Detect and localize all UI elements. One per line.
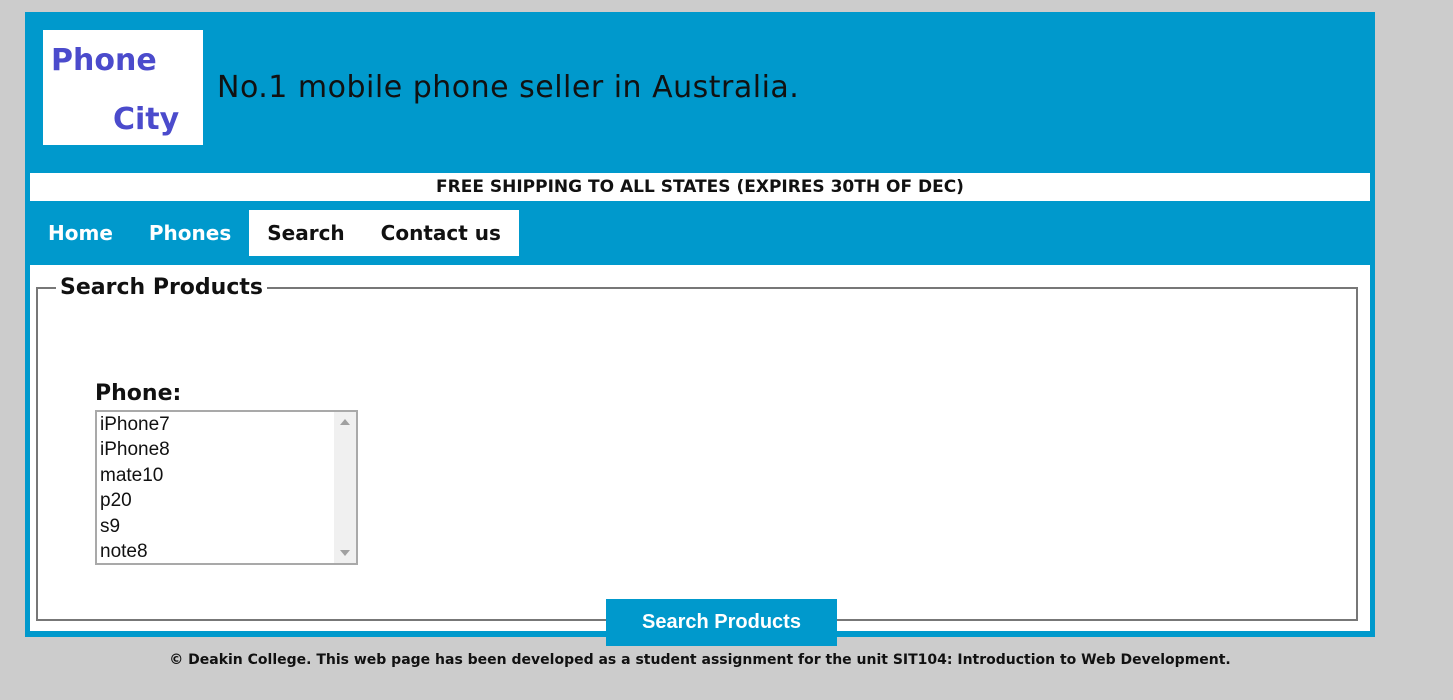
- search-form-legend: Search Products: [60, 275, 263, 300]
- list-scrollbar[interactable]: [334, 412, 356, 563]
- nav-item-home[interactable]: Home: [30, 210, 131, 256]
- logo-text-city: City: [113, 102, 180, 137]
- main-content: Search Products Phone: iPhone7 iPhone8 m…: [30, 265, 1370, 646]
- nav-item-phones[interactable]: Phones: [131, 210, 249, 256]
- header-tagline: No.1 mobile phone seller in Australia.: [217, 70, 800, 105]
- phone-option[interactable]: iPhone8: [97, 437, 356, 462]
- site-frame: Phone City No.1 mobile phone seller in A…: [25, 12, 1375, 646]
- triangle-down-icon[interactable]: [334, 543, 356, 563]
- phone-option[interactable]: note8: [97, 539, 356, 563]
- phone-option[interactable]: mate10: [97, 463, 356, 488]
- footer-text: © Deakin College. This web page has been…: [169, 652, 1231, 668]
- search-form: Search Products Phone: iPhone7 iPhone8 m…: [36, 275, 1358, 646]
- main-nav: Home Phones Search Contact us: [30, 210, 519, 256]
- phone-option[interactable]: p20: [97, 488, 356, 513]
- search-products-button[interactable]: Search Products: [606, 599, 837, 646]
- triangle-up-icon[interactable]: [334, 412, 356, 432]
- phone-option[interactable]: iPhone7: [97, 412, 356, 437]
- nav-active-group: Search Contact us: [249, 210, 519, 256]
- phone-label: Phone:: [95, 381, 182, 406]
- shipping-banner: FREE SHIPPING TO ALL STATES (EXPIRES 30T…: [30, 173, 1370, 201]
- phone-option[interactable]: s9: [97, 514, 356, 539]
- phone-select-list[interactable]: iPhone7 iPhone8 mate10 p20 s9 note8: [95, 410, 358, 565]
- nav-item-search[interactable]: Search: [249, 210, 362, 256]
- logo[interactable]: Phone City: [43, 30, 203, 145]
- logo-image: Phone City: [51, 43, 180, 137]
- nav-item-contact[interactable]: Contact us: [363, 210, 519, 256]
- logo-text-phone: Phone: [51, 43, 157, 78]
